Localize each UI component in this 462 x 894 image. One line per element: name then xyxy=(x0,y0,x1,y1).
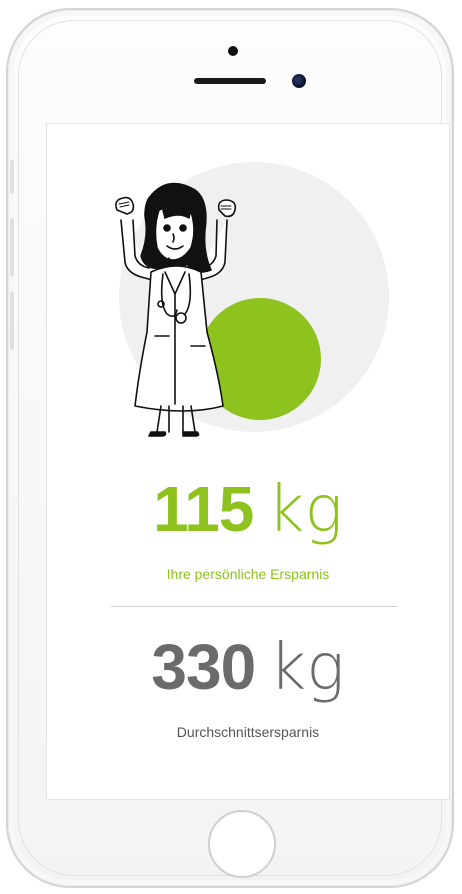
phone-frame: 115 kg Ihre persönliche Ersparnis 330 kg D… xyxy=(6,8,454,888)
personal-savings-value: 115 kg xyxy=(47,472,449,547)
personal-savings-caption: Ihre persönliche Ersparnis xyxy=(166,566,330,582)
average-savings-value: 330 kg xyxy=(47,630,449,705)
stage: 115 kg Ihre persönliche Ersparnis 330 kg D… xyxy=(0,0,462,894)
proximity-sensor-icon xyxy=(228,46,238,56)
doctor-illustration-icon xyxy=(115,182,237,437)
earpiece-speaker-icon xyxy=(194,78,266,84)
average-savings-unit: kg xyxy=(269,631,345,705)
personal-savings-unit: kg xyxy=(267,473,343,547)
volume-down-button xyxy=(10,292,14,350)
average-savings-number: 330 xyxy=(151,631,256,703)
mute-switch xyxy=(10,160,14,194)
hero-illustration xyxy=(115,162,389,437)
app-screen: 115 kg Ihre persönliche Ersparnis 330 kg D… xyxy=(46,123,450,800)
divider xyxy=(111,606,397,607)
home-button[interactable] xyxy=(208,810,276,878)
volume-up-button xyxy=(10,218,14,276)
average-savings-caption: Durchschnittsersparnis xyxy=(176,724,320,740)
front-camera-icon xyxy=(292,74,306,88)
personal-savings-number: 115 xyxy=(153,473,254,545)
